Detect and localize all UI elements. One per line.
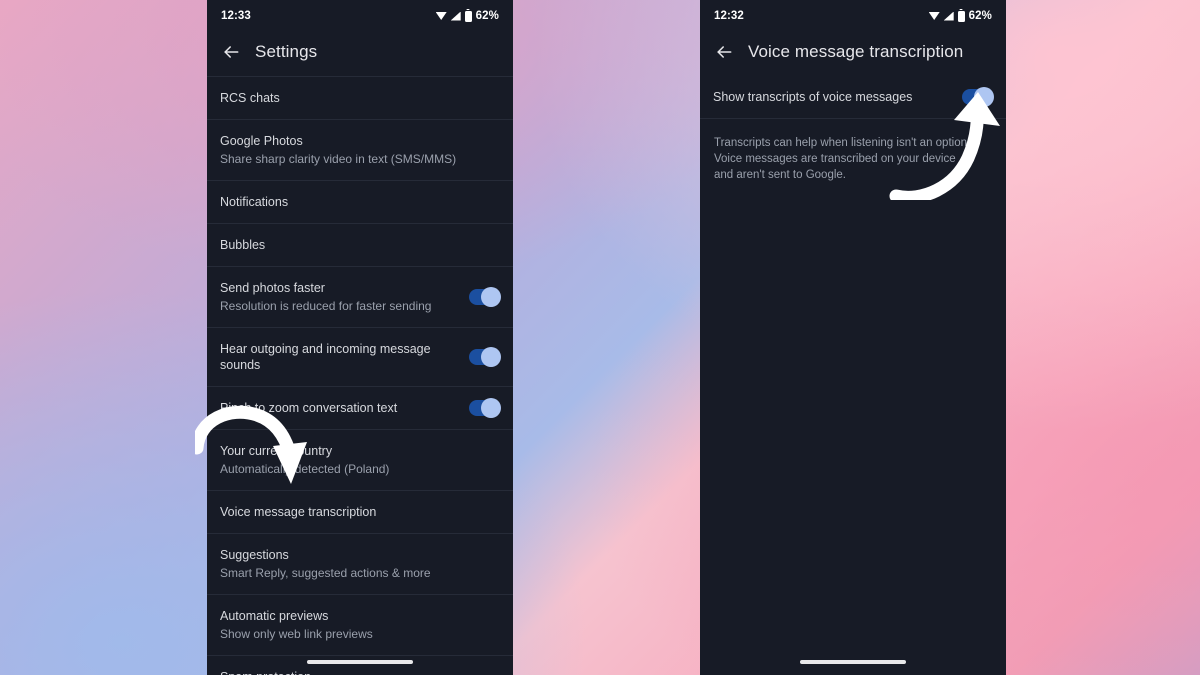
settings-list: RCS chats Google Photos Share sharp clarit… xyxy=(207,76,513,675)
row-subtitle: Share sharp clarity video in text (SMS/M… xyxy=(220,152,457,166)
toggle-thumb xyxy=(974,87,994,107)
row-texts: Your current country Automatically detect… xyxy=(220,443,389,477)
setting-row-show-transcripts[interactable]: Show transcripts of voice messages xyxy=(700,76,1006,119)
row-title: Spam protection xyxy=(220,669,311,675)
row-title: Bubbles xyxy=(220,238,266,252)
page-title: Settings xyxy=(255,42,318,61)
row-title: Your current country xyxy=(220,444,333,458)
row-texts: Spam protection xyxy=(220,669,311,675)
setting-row[interactable]: Automatic previews Show only web link pre… xyxy=(207,595,513,656)
app-bar-left: Settings xyxy=(207,32,513,76)
row-texts: Notifications xyxy=(220,194,288,210)
row-texts: Send photos faster Resolution is reduced … xyxy=(220,280,431,314)
status-indicators: 62% xyxy=(928,10,992,22)
row-subtitle: Resolution is reduced for faster sending xyxy=(220,299,432,313)
wifi-icon xyxy=(928,12,940,20)
signal-icon xyxy=(450,11,461,21)
row-title: Notifications xyxy=(220,195,289,209)
page-title: Voice message transcription xyxy=(748,42,964,61)
home-indicator xyxy=(307,660,413,664)
setting-row[interactable]: Send photos faster Resolution is reduced … xyxy=(207,267,513,328)
row-texts: Google Photos Share sharp clarity video i… xyxy=(220,133,456,167)
row-title: Automatic previews xyxy=(220,609,329,623)
status-bar-left: 12:33 62% xyxy=(207,0,513,32)
setting-row[interactable]: Hear outgoing and incoming message sound… xyxy=(207,328,513,387)
toggle-switch[interactable] xyxy=(469,347,501,367)
setting-row[interactable]: Spam protection xyxy=(207,656,513,675)
status-time: 12:33 xyxy=(221,10,251,22)
row-title: Hear outgoing and incoming message sound… xyxy=(220,342,431,372)
row-texts: Bubbles xyxy=(220,237,265,253)
battery-percent: 62% xyxy=(475,10,499,22)
toggle-switch[interactable] xyxy=(469,287,501,307)
row-subtitle: Smart Reply, suggested actions & more xyxy=(220,566,431,580)
battery-percent: 62% xyxy=(968,10,992,22)
row-subtitle: Automatically detected (Poland) xyxy=(220,462,390,476)
row-texts: Suggestions Smart Reply, suggested action… xyxy=(220,547,431,581)
status-time: 12:32 xyxy=(714,10,744,22)
app-bar-right: Voice message transcription xyxy=(700,32,1006,76)
row-title: Voice message transcription xyxy=(220,505,377,519)
setting-row[interactable]: Your current country Automatically detect… xyxy=(207,430,513,491)
status-bar-right: 12:32 62% xyxy=(700,0,1006,32)
setting-row[interactable]: Voice message transcription xyxy=(207,491,513,534)
back-arrow-icon[interactable] xyxy=(221,42,241,62)
toggle-switch[interactable] xyxy=(469,398,501,418)
battery-icon xyxy=(464,10,472,22)
battery-icon xyxy=(957,10,965,22)
toggle-thumb xyxy=(481,287,501,307)
row-texts: RCS chats xyxy=(220,90,280,106)
toggle-show-transcripts[interactable] xyxy=(962,87,994,107)
row-subtitle: Show only web link previews xyxy=(220,627,373,641)
background-gradient xyxy=(0,0,1200,675)
toggle-thumb xyxy=(481,347,501,367)
wifi-icon xyxy=(435,12,447,20)
row-title: Pinch to zoom conversation text xyxy=(220,401,398,415)
row-title: Send photos faster xyxy=(220,281,325,295)
setting-row[interactable]: Bubbles xyxy=(207,224,513,267)
toggle-thumb xyxy=(481,398,501,418)
setting-description: Transcripts can help when listening isn'… xyxy=(714,137,971,181)
setting-row[interactable]: Google Photos Share sharp clarity video i… xyxy=(207,120,513,181)
row-texts: Pinch to zoom conversation text xyxy=(220,400,397,416)
setting-row[interactable]: Suggestions Smart Reply, suggested action… xyxy=(207,534,513,595)
phone-screen-settings: 12:33 62% Settings RCS chats Google Photo… xyxy=(207,0,513,675)
row-title: Google Photos xyxy=(220,134,303,148)
row-texts: Hear outgoing and incoming message sound… xyxy=(220,341,459,373)
row-texts: Automatic previews Show only web link pre… xyxy=(220,608,373,642)
row-texts: Show transcripts of voice messages xyxy=(713,89,912,105)
row-title: RCS chats xyxy=(220,91,280,105)
back-arrow-icon[interactable] xyxy=(714,42,734,62)
row-title: Show transcripts of voice messages xyxy=(713,90,913,104)
setting-row[interactable]: RCS chats xyxy=(207,76,513,120)
home-indicator xyxy=(800,660,906,664)
setting-row[interactable]: Notifications xyxy=(207,181,513,224)
phone-screen-voice-transcription: 12:32 62% Voice message transcription Sh… xyxy=(700,0,1006,675)
setting-row[interactable]: Pinch to zoom conversation text xyxy=(207,387,513,430)
status-indicators: 62% xyxy=(435,10,499,22)
signal-icon xyxy=(943,11,954,21)
row-title: Suggestions xyxy=(220,548,289,562)
row-texts: Voice message transcription xyxy=(220,504,376,520)
